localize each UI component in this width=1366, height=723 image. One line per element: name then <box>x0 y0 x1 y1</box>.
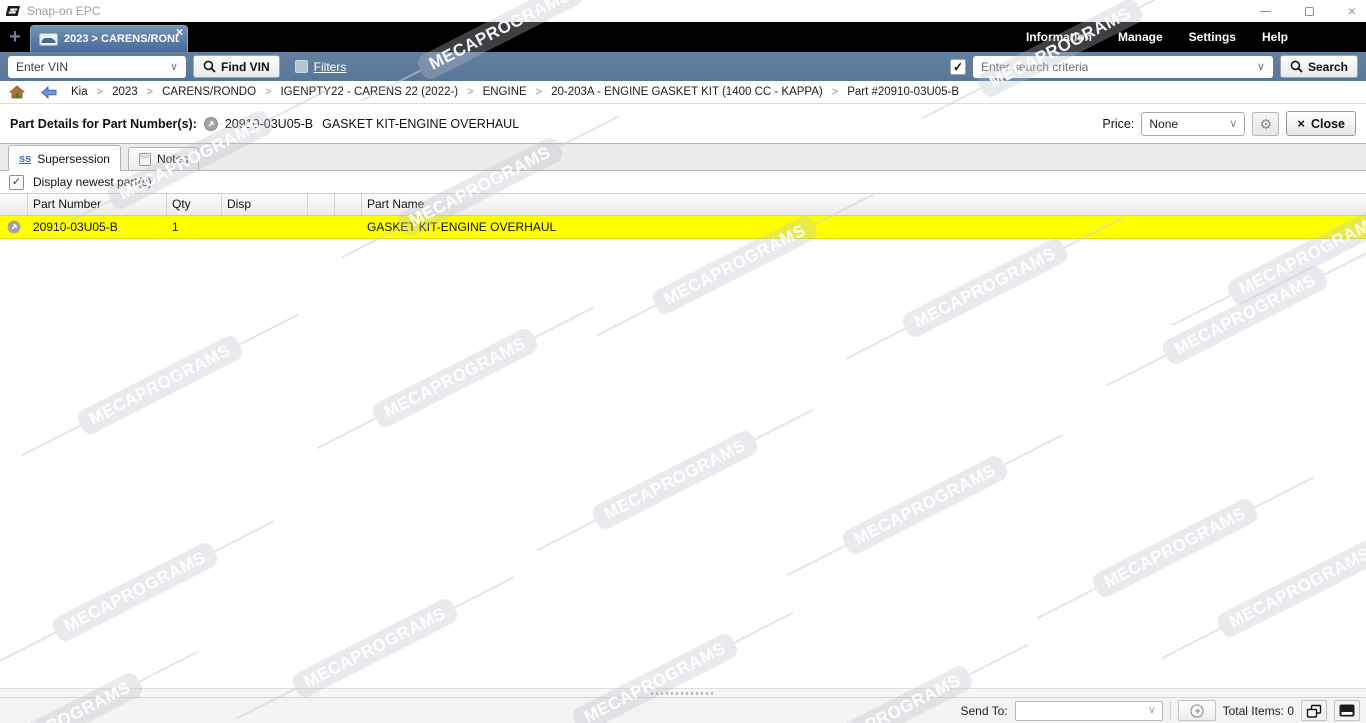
title-bar: Snap-on EPC × <box>0 0 1366 22</box>
vin-placeholder: Enter VIN <box>16 60 68 74</box>
search-placeholder: Enter search criteria <box>981 60 1088 74</box>
divider <box>1170 701 1171 721</box>
search-icon <box>1290 60 1303 73</box>
display-newest-row: ✓ Display newest part(s) <box>0 171 1366 194</box>
breadcrumb-items: Kia >2023 > CARENS/RONDO > IGENPTY22 - CARENS… <box>71 86 959 98</box>
part-details-label: Part Details for Part Number(s): <box>10 117 197 131</box>
chevron-down-icon: ∨ <box>1257 60 1265 73</box>
tab-bar: + 2023 > CARENS/ROND... × Information Ma… <box>0 22 1366 52</box>
send-to-label: Send To: <box>960 704 1007 718</box>
filters-checkbox[interactable] <box>295 60 308 73</box>
snapon-logo-icon <box>6 5 22 17</box>
minimize-icon[interactable] <box>1260 11 1271 12</box>
supersession-sphere-icon <box>204 117 218 131</box>
header-extra2 <box>335 194 362 215</box>
back-arrow-icon[interactable] <box>41 86 57 99</box>
breadcrumb-separator-icon: > <box>97 86 103 98</box>
search-checkbox[interactable]: ✓ <box>950 59 966 75</box>
breadcrumb-item[interactable]: ENGINE <box>483 86 527 98</box>
breadcrumb-separator-icon: > <box>147 86 153 98</box>
supersession-sphere-icon <box>7 220 21 234</box>
detail-tabstrip: ss Supersession Notes <box>0 144 1366 171</box>
header-expander <box>0 194 28 215</box>
breadcrumb-separator-icon: > <box>536 86 542 98</box>
cell-qty: 1 <box>167 220 222 234</box>
breadcrumb-item[interactable]: 2023 <box>112 86 138 98</box>
find-vin-button[interactable]: Find VIN <box>193 55 280 78</box>
close-window-icon[interactable]: × <box>1348 5 1356 17</box>
send-go-button[interactable] <box>1178 700 1216 721</box>
parts-table-header: Part Number Qty Disp Part Name <box>0 194 1366 216</box>
header-part-name[interactable]: Part Name <box>362 194 1366 215</box>
close-button[interactable]: × Close <box>1286 111 1356 136</box>
window-mode-button[interactable] <box>1334 700 1360 721</box>
search-icon <box>203 60 216 73</box>
close-icon: × <box>1297 116 1305 131</box>
header-disp[interactable]: Disp <box>222 194 308 215</box>
app-window: Snap-on EPC × + 2023 > CARENS/ROND... × … <box>0 0 1366 723</box>
catalog-tab[interactable]: 2023 > CARENS/ROND... × <box>30 25 188 52</box>
filters-link[interactable]: Filters <box>314 60 347 74</box>
breadcrumb-item[interactable]: Kia <box>71 86 88 98</box>
header-qty[interactable]: Qty <box>167 194 222 215</box>
price-settings-button[interactable]: ⚙ <box>1252 112 1279 136</box>
home-icon[interactable] <box>9 85 25 99</box>
chevron-down-icon: ∨ <box>1229 117 1237 130</box>
search-criteria-input[interactable]: Enter search criteria ∨ <box>973 56 1273 78</box>
splitter-grip-icon <box>651 692 715 695</box>
cascade-windows-icon <box>1306 704 1322 718</box>
note-icon <box>139 153 151 166</box>
breadcrumb-item[interactable]: Part #20910-03U05-B <box>847 86 959 98</box>
menu-help[interactable]: Help <box>1262 30 1288 44</box>
cascade-windows-button[interactable] <box>1301 700 1327 721</box>
display-newest-checkbox[interactable]: ✓ <box>9 175 24 190</box>
cell-part-name: GASKET KIT-ENGINE OVERHAUL <box>362 220 1366 234</box>
send-to-select[interactable]: ∨ <box>1015 701 1163 721</box>
header-part-number[interactable]: Part Number <box>28 194 167 215</box>
tab-close-icon[interactable]: × <box>176 26 183 38</box>
cell-part-number: 20910-03U05-B <box>28 220 167 234</box>
part-number-value: 20910-03U05-B <box>225 117 313 131</box>
display-newest-label: Display newest part(s) <box>33 175 152 189</box>
car-icon <box>39 33 58 46</box>
menu-information[interactable]: Information <box>1026 30 1092 44</box>
part-details-bar: Part Details for Part Number(s): 20910-0… <box>0 104 1366 144</box>
table-row[interactable]: 20910-03U05-B 1 GASKET KIT-ENGINE OVERHA… <box>0 216 1366 239</box>
app-title: Snap-on EPC <box>27 4 100 18</box>
maximize-icon[interactable] <box>1305 7 1314 16</box>
vin-input[interactable]: Enter VIN ∨ <box>8 56 186 78</box>
total-items-label: Total Items: 0 <box>1223 704 1294 718</box>
search-toolbar: Enter VIN ∨ Find VIN Filters ✓ Enter sea… <box>0 52 1366 81</box>
breadcrumb: Kia >2023 > CARENS/RONDO > IGENPTY22 - CARENS… <box>0 81 1366 104</box>
breadcrumb-separator-icon: > <box>467 86 473 98</box>
gear-icon: ⚙ <box>1260 116 1273 132</box>
header-extra1 <box>308 194 335 215</box>
splitter[interactable] <box>0 688 1366 698</box>
price-select[interactable]: None ∨ <box>1141 112 1245 136</box>
chevron-down-icon: ∨ <box>1148 705 1155 716</box>
breadcrumb-separator-icon: > <box>265 86 271 98</box>
chevron-down-icon: ∨ <box>170 60 178 73</box>
breadcrumb-item[interactable]: IGENPTY22 - CARENS 22 (2022-) <box>280 86 458 98</box>
circle-arrow-icon <box>1190 704 1204 718</box>
tab-label: 2023 > CARENS/ROND... <box>64 33 179 45</box>
part-name-value: GASKET KIT-ENGINE OVERHAUL <box>322 117 519 131</box>
menu-manage[interactable]: Manage <box>1118 30 1163 44</box>
status-bar: Send To: ∨ Total Items: 0 <box>0 698 1366 723</box>
breadcrumb-separator-icon: > <box>832 86 838 98</box>
window-icon <box>1339 704 1355 717</box>
breadcrumb-item[interactable]: CARENS/RONDO <box>162 86 256 98</box>
new-tab-button[interactable]: + <box>3 27 27 47</box>
menu-settings[interactable]: Settings <box>1189 30 1236 44</box>
price-label: Price: <box>1102 117 1134 131</box>
supersession-ss-icon: ss <box>19 153 31 165</box>
content-area <box>0 239 1366 688</box>
search-button[interactable]: Search <box>1280 55 1358 78</box>
tab-supersession[interactable]: ss Supersession <box>8 145 121 171</box>
breadcrumb-item[interactable]: 20-203A - ENGINE GASKET KIT (1400 CC - K… <box>551 86 823 98</box>
menu-bar: Information Manage Settings Help <box>1026 30 1366 44</box>
tab-notes[interactable]: Notes <box>128 147 199 170</box>
